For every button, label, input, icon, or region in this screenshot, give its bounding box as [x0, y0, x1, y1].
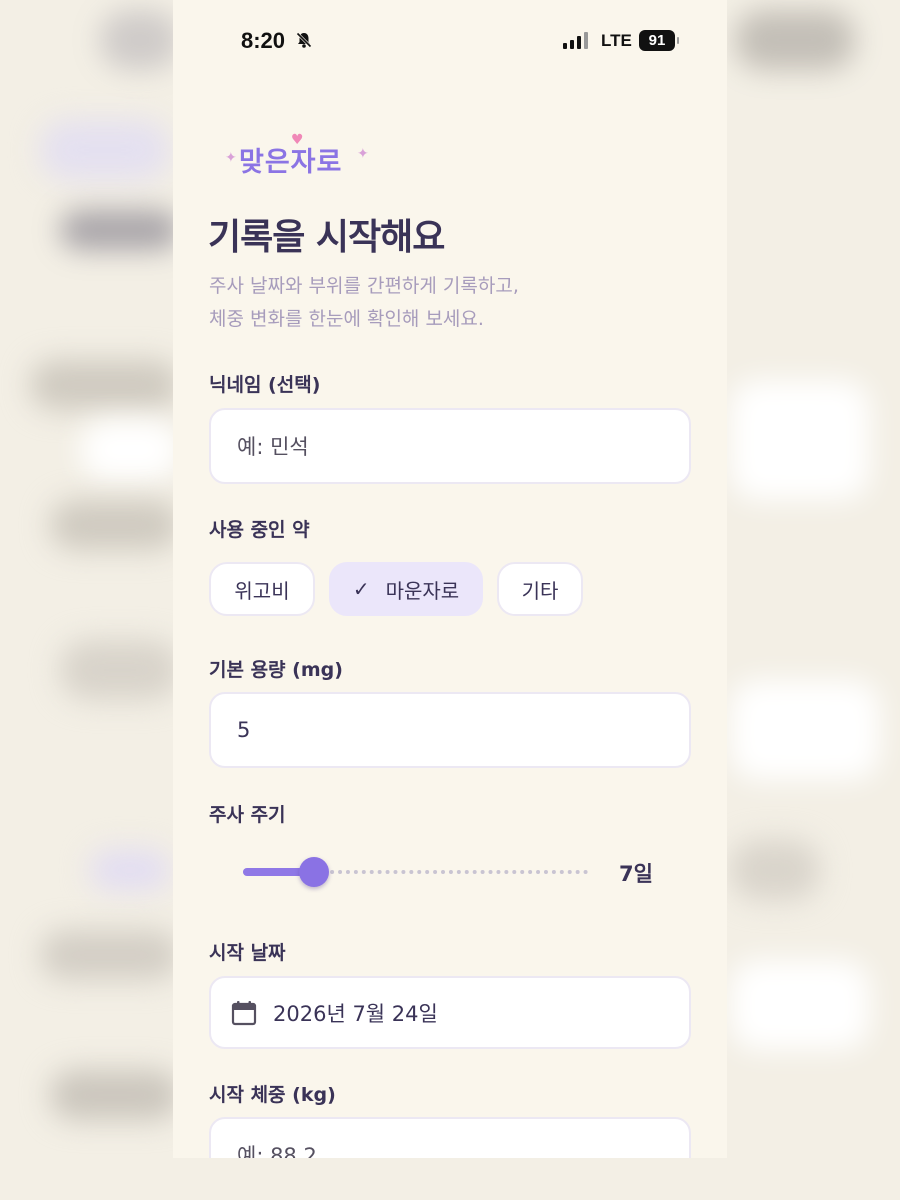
interval-value: 7일	[619, 862, 653, 886]
dose-value: 5	[237, 718, 251, 742]
dose-label: 기본 용량 (mg)	[209, 659, 343, 681]
battery-icon: 91	[639, 30, 679, 51]
start-weight-placeholder: 예: 88.2	[237, 1144, 317, 1158]
nickname-input[interactable]: 예: 민석	[209, 408, 691, 484]
sparkle-icon: ✦	[357, 146, 369, 162]
app-screen: 8:20 LTE 91 ✦ ♥ 맞은자로 ✦ 기록을 시작해요 주사 날짜와 부…	[173, 0, 727, 1158]
subtitle-line: 주사 날짜와 부위를 간편하게 기록하고,	[209, 275, 519, 297]
chip-label: 기타	[521, 578, 559, 603]
status-bar: 8:20 LTE 91	[173, 0, 727, 82]
medication-option-other[interactable]: 기타	[497, 562, 583, 616]
check-icon: ✓	[352, 577, 370, 601]
app-logo: ✦ ♥ 맞은자로 ✦	[225, 130, 375, 186]
signal-strength-icon	[563, 31, 588, 49]
sparkle-icon: ✦	[225, 150, 237, 166]
start-date-value: 2026년 7월 24일	[273, 1001, 438, 1026]
calendar-icon	[231, 1001, 257, 1026]
silent-bell-icon	[296, 32, 312, 48]
interval-label: 주사 주기	[209, 804, 286, 826]
start-weight-label: 시작 체중 (kg)	[209, 1084, 336, 1106]
interval-slider[interactable]	[243, 856, 588, 890]
battery-level: 91	[648, 32, 666, 49]
page-title: 기록을 시작해요	[208, 217, 445, 258]
chip-label: 마운자로	[385, 578, 460, 603]
network-type: LTE	[601, 31, 632, 50]
dose-input[interactable]: 5	[209, 692, 691, 768]
subtitle-line: 체중 변화를 한눈에 확인해 보세요.	[209, 308, 484, 330]
medication-option-wegovy[interactable]: 위고비	[209, 562, 315, 616]
status-time: 8:20	[241, 28, 286, 53]
nickname-placeholder: 예: 민석	[237, 435, 309, 459]
start-weight-input[interactable]: 예: 88.2	[209, 1117, 691, 1158]
logo-text: 맞은자로	[239, 147, 343, 178]
nickname-label: 닉네임 (선택)	[209, 374, 321, 396]
medication-option-mounjaro[interactable]: ✓ 마운자로	[329, 562, 483, 616]
page-subtitle: 주사 날짜와 부위를 간편하게 기록하고, 체중 변화를 한눈에 확인해 보세요…	[209, 270, 519, 336]
slider-thumb[interactable]	[299, 857, 329, 887]
start-date-picker[interactable]: 2026년 7월 24일	[209, 976, 691, 1049]
chip-label: 위고비	[234, 578, 290, 603]
medication-label: 사용 중인 약	[209, 519, 310, 541]
start-date-label: 시작 날짜	[209, 942, 286, 964]
